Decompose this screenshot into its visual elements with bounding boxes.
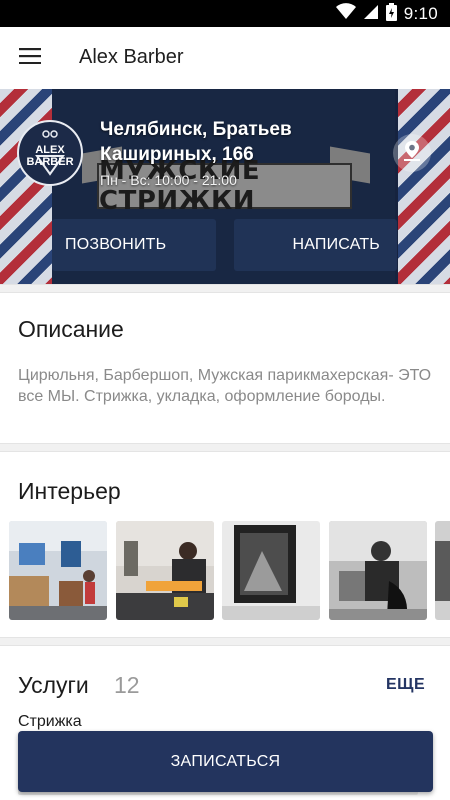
interior-photo[interactable]	[435, 521, 450, 620]
book-appointment-button[interactable]: ЗАПИСАТЬСЯ	[18, 731, 433, 792]
status-time: 9:10	[403, 4, 438, 23]
section-divider	[0, 637, 450, 646]
menu-button[interactable]	[9, 37, 51, 79]
opening-hours: Пн - Вс: 10:00 - 21:00	[100, 172, 237, 188]
interior-photo[interactable]	[329, 521, 427, 620]
barber-pole-left	[0, 89, 52, 285]
map-location-button[interactable]	[393, 134, 431, 172]
app-bar: Alex Barber	[0, 27, 450, 89]
interior-photo[interactable]	[9, 521, 107, 620]
barber-pole-right	[398, 89, 450, 285]
call-button-label: ПОЗВОНИТЬ	[65, 236, 167, 253]
interior-photo[interactable]	[116, 521, 214, 620]
services-title: Услуги	[18, 672, 89, 698]
book-button-label: ЗАПИСАТЬСЯ	[170, 752, 281, 770]
write-button[interactable]: НАПИСАТЬ	[234, 219, 397, 271]
wifi-icon	[335, 3, 356, 25]
section-divider	[0, 284, 450, 293]
interior-gallery[interactable]	[0, 521, 450, 620]
brand-logo: ALEX BARBER	[17, 120, 83, 186]
status-bar: 9:10	[0, 0, 450, 27]
signal-icon	[363, 4, 379, 25]
location-pin-icon	[401, 139, 423, 168]
call-button[interactable]: ПОЗВОНИТЬ	[52, 219, 216, 271]
services-count: 12	[114, 672, 140, 698]
description-text: Цирюльня, Барбершоп, Мужская парикмахерс…	[18, 367, 432, 405]
interior-photo[interactable]	[222, 521, 320, 620]
status-icons: 9:10	[335, 2, 438, 26]
description-title: Описание	[18, 316, 124, 342]
service-item[interactable]: Стрижка	[18, 713, 82, 731]
hamburger-icon	[19, 47, 41, 69]
write-button-label: НАПИСАТЬ	[292, 236, 380, 253]
battery-icon	[385, 2, 397, 26]
services-more-link[interactable]: ЕЩЕ	[386, 676, 425, 694]
app-title: Alex Barber	[79, 46, 184, 68]
logo-text: ALEX BARBER	[26, 144, 74, 168]
shop-address: Челябинск, Братьев Кашириных, 166	[100, 119, 292, 165]
interior-title: Интерьер	[18, 478, 121, 504]
section-divider	[0, 443, 450, 452]
